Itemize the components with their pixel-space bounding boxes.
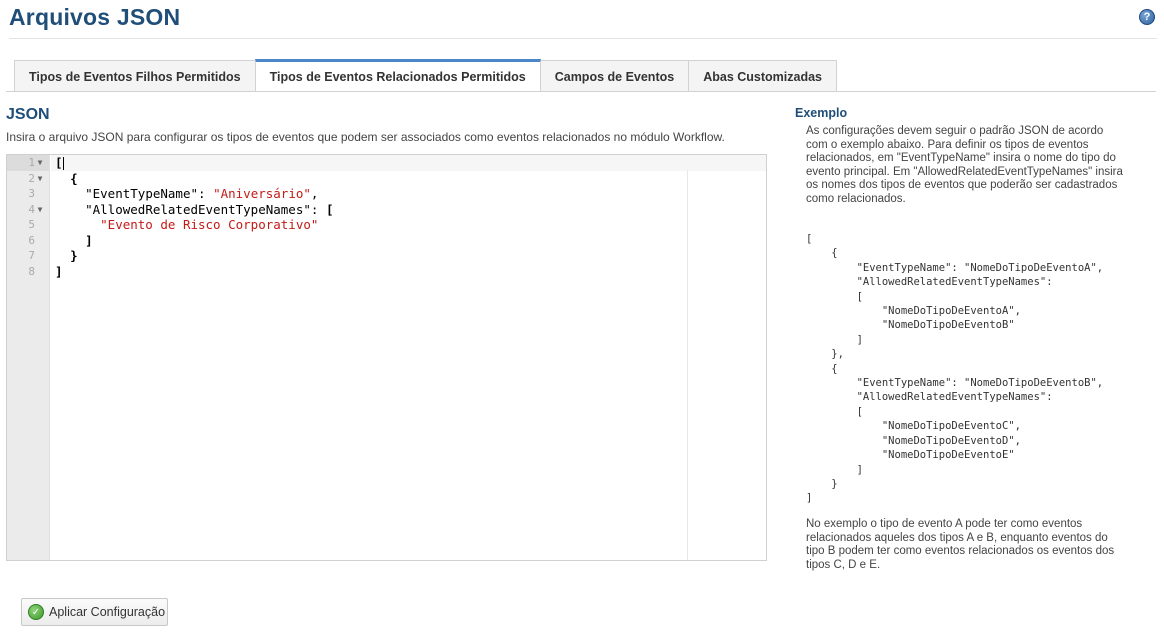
tab-event-fields[interactable]: Campos de Eventos	[539, 60, 690, 92]
line-number: 5	[28, 218, 35, 231]
tab-child-event-types[interactable]: Tipos de Eventos Filhos Permitidos	[14, 60, 256, 92]
example-title: Exemplo	[795, 106, 848, 120]
code-line: {	[70, 170, 78, 186]
line-number: 6	[28, 233, 35, 247]
code-line: [	[55, 155, 64, 170]
json-editor[interactable]: 1 ▼ 2 ▼ 3 4 ▼ 5 6 7 8 [ { "EventTypeName": …	[6, 154, 767, 561]
editor-code-area[interactable]: [ { "EventTypeName": "Aniversário", "All…	[51, 155, 766, 560]
gutter-line: 7	[7, 248, 49, 264]
tab-related-event-types[interactable]: Tipos de Eventos Relacionados Permitidos	[254, 59, 541, 92]
tabs-divider	[6, 91, 1156, 92]
fold-arrow-icon[interactable]: ▼	[35, 155, 45, 171]
code-line: "EventTypeName": "Aniversário",	[85, 186, 319, 201]
line-number: 7	[28, 249, 35, 262]
gutter-line: 1 ▼	[7, 155, 49, 171]
editor-gutter: 1 ▼ 2 ▼ 3 4 ▼ 5 6 7 8	[7, 155, 50, 560]
line-number: 3	[28, 187, 35, 200]
page-title: Arquivos JSON	[9, 4, 181, 30]
example-code: [ { "EventTypeName": "NomeDoTipoDeEvento…	[806, 233, 1104, 505]
example-footer: No exemplo o tipo de evento A pode ter c…	[806, 518, 1115, 571]
code-line: "AllowedRelatedEventTypeNames": [	[85, 201, 334, 217]
code-line: "Evento de Risco Corporativo"	[100, 217, 319, 232]
line-number: 4	[28, 202, 35, 216]
code-line: ]	[55, 263, 63, 279]
text-cursor	[62, 157, 64, 170]
gutter-line: 8	[7, 264, 49, 280]
example-intro: As configurações devem seguir o padrão J…	[806, 125, 1123, 205]
title-divider	[9, 38, 1157, 39]
gutter-line: 6	[7, 233, 49, 249]
tab-custom-tabs[interactable]: Abas Customizadas	[688, 60, 837, 92]
checkmark-icon: ✓	[28, 604, 44, 620]
code-line: }	[70, 248, 78, 263]
help-icon[interactable]: ?	[1139, 9, 1155, 25]
line-number: 1	[28, 156, 35, 169]
json-section-description: Insira o arquivo JSON para configurar os…	[6, 130, 725, 144]
gutter-line: 5	[7, 217, 49, 233]
json-section-title: JSON	[6, 106, 50, 123]
gutter-line: 2 ▼	[7, 171, 49, 187]
line-number: 8	[28, 264, 35, 278]
line-number: 2	[28, 171, 35, 185]
gutter-line: 4 ▼	[7, 202, 49, 218]
apply-configuration-button[interactable]: ✓ Aplicar Configuração	[21, 598, 168, 626]
tab-bar: Tipos de Eventos Filhos Permitidos Tipos…	[14, 59, 837, 92]
fold-arrow-icon[interactable]: ▼	[35, 202, 45, 218]
code-line: ]	[85, 232, 93, 248]
fold-arrow-icon[interactable]: ▼	[35, 171, 45, 187]
apply-button-label: Aplicar Configuração	[49, 605, 166, 619]
gutter-line: 3	[7, 186, 49, 202]
